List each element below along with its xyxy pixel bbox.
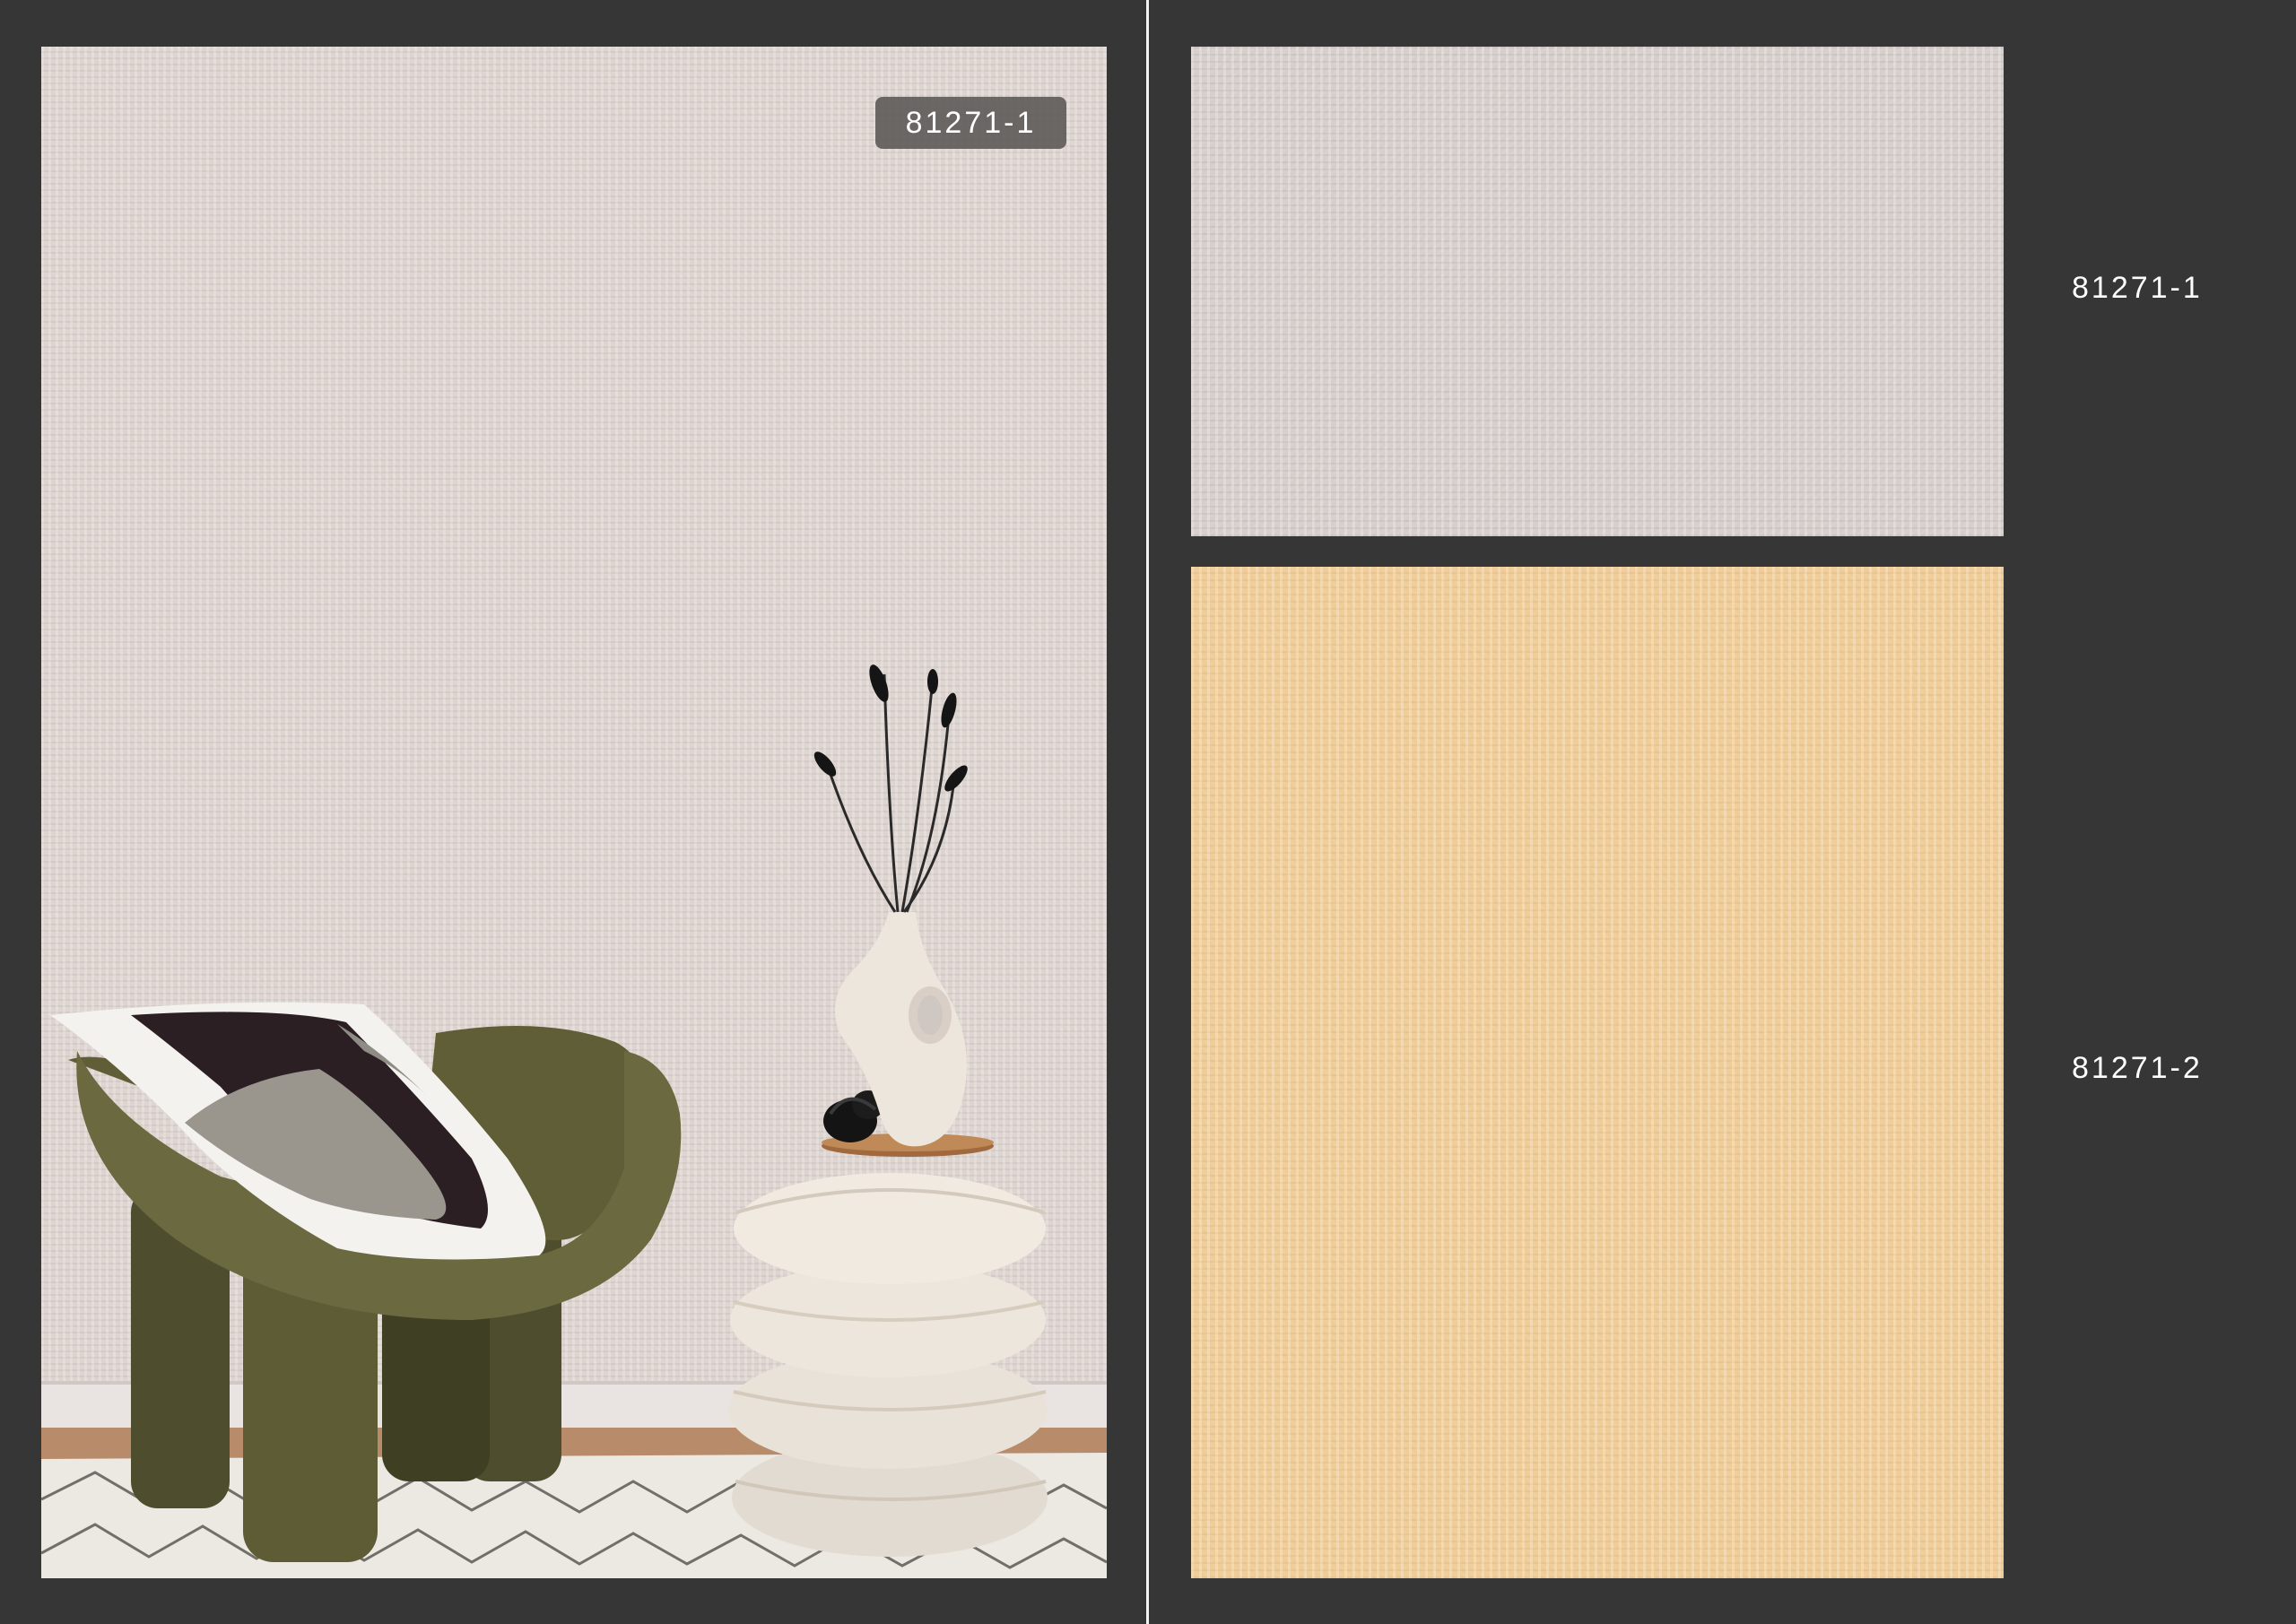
page-divider <box>1146 0 1149 1624</box>
room-code-label: 81271-1 <box>905 105 1037 140</box>
dried-stems <box>825 673 956 913</box>
room-illustration <box>41 664 1107 1578</box>
room-scene-photo <box>41 47 1107 1578</box>
swatch-81271-1 <box>1191 47 2004 536</box>
swatch-label-81271-1: 81271-1 <box>2072 271 2203 305</box>
swatch-81271-2 <box>1191 567 2004 1578</box>
room-code-badge: 81271-1 <box>875 97 1066 149</box>
swatch-label-81271-2: 81271-2 <box>2072 1051 2203 1085</box>
pouf-side-table <box>728 1133 1048 1557</box>
